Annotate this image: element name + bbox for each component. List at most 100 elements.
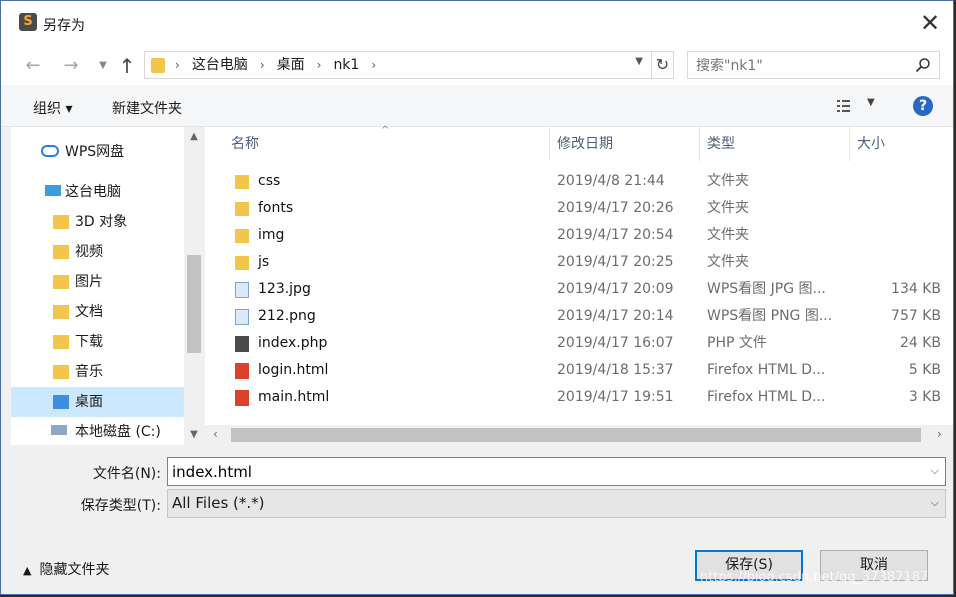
nav-item[interactable]: 这台电脑 (11, 177, 184, 207)
close-button[interactable]: ✕ (907, 1, 953, 47)
file-row[interactable]: img 2019/4/17 20:54 文件夹 (205, 222, 953, 249)
file-type: 文件夹 (707, 173, 749, 189)
filename-combobox[interactable]: ⌵ (167, 457, 946, 486)
search-input[interactable] (696, 56, 906, 76)
filetype-select[interactable]: All Files (*.*) ⌵ (167, 489, 946, 518)
column-header-size[interactable]: 大小 (857, 127, 885, 161)
file-modified: 2019/4/17 16:07 (557, 335, 674, 351)
nav-item-label: 本地磁盘 (C:) (75, 424, 161, 440)
navigation-scrollbar[interactable]: ▲ ▼ (184, 127, 204, 445)
file-row[interactable]: fonts 2019/4/17 20:26 文件夹 (205, 195, 953, 222)
scrollbar-thumb[interactable] (231, 428, 921, 442)
nav-item[interactable]: 本地磁盘 (C:) (11, 417, 184, 447)
file-modified: 2019/4/18 15:37 (557, 362, 674, 378)
view-options-icon[interactable] (837, 99, 855, 113)
breadcrumb-chevron-icon[interactable]: › (260, 52, 265, 78)
file-type: WPS看图 PNG 图... (707, 308, 833, 324)
file-name: 212.png (258, 308, 316, 324)
hide-folders-label: 隐藏文件夹 (39, 562, 110, 578)
column-divider[interactable] (549, 127, 550, 161)
file-row[interactable]: js 2019/4/17 20:25 文件夹 (205, 249, 953, 276)
file-type: PHP 文件 (707, 335, 767, 351)
folder-icon (151, 58, 165, 73)
nav-item[interactable]: 文档 (11, 297, 184, 327)
scroll-down-arrow-icon[interactable]: ▼ (184, 429, 204, 440)
address-row: ← → ▼ ↑ › 这台电脑 › 桌面 › nk1 › ▼ ↻ (1, 47, 953, 85)
filename-label: 文件名(N): (92, 466, 161, 482)
file-row[interactable]: css 2019/4/8 21:44 文件夹 (205, 168, 953, 195)
file-size: 24 KB (899, 335, 941, 351)
chevron-down-icon[interactable]: ⌵ (931, 464, 939, 478)
firefox-html-icon (235, 390, 249, 406)
help-icon[interactable]: ? (913, 96, 933, 116)
column-divider[interactable] (849, 127, 850, 161)
column-divider[interactable] (699, 127, 700, 161)
chevron-down-icon[interactable]: ⌵ (931, 496, 939, 510)
scroll-right-arrow-icon[interactable]: › (937, 427, 942, 441)
view-dropdown-chevron-icon[interactable]: ▼ (867, 97, 875, 108)
file-row[interactable]: login.html 2019/4/18 15:37 Firefox HTML D.… (205, 357, 953, 384)
file-modified: 2019/4/8 21:44 (557, 173, 665, 189)
nav-item[interactable]: 桌面 (11, 387, 184, 417)
file-modified: 2019/4/17 20:25 (557, 254, 674, 270)
computer-icon (45, 185, 61, 196)
column-header-name[interactable]: 名称 (231, 127, 259, 161)
forward-arrow-icon[interactable]: → (59, 55, 83, 77)
filename-input[interactable] (172, 461, 912, 483)
nav-item[interactable]: 图片 (11, 267, 184, 297)
file-name: css (258, 173, 281, 189)
download-folder-icon (53, 335, 69, 349)
breadcrumb-item[interactable]: 桌面 (277, 52, 305, 78)
hide-folders-toggle[interactable]: ▲ 隐藏文件夹 (23, 559, 109, 579)
title-bar: S 另存为 ✕ (1, 1, 953, 47)
refresh-button[interactable]: ↻ (652, 51, 674, 79)
drive-icon (51, 425, 67, 435)
up-arrow-icon[interactable]: ↑ (115, 55, 139, 77)
file-list-horizontal-scrollbar[interactable]: ‹ › (205, 425, 953, 445)
nav-item-label: 桌面 (75, 394, 103, 410)
nav-item-label: 3D 对象 (75, 214, 128, 230)
image-file-icon (235, 282, 249, 298)
file-row[interactable]: main.html 2019/4/17 19:51 Firefox HTML D..… (205, 384, 953, 411)
nav-item[interactable]: 下载 (11, 327, 184, 357)
file-row[interactable]: 212.png 2019/4/17 20:14 WPS看图 PNG 图... 757 … (205, 303, 953, 330)
breadcrumb: › 这台电脑 › 桌面 › nk1 › (175, 52, 376, 78)
column-header-modified[interactable]: 修改日期 (557, 127, 613, 161)
file-name: index.php (258, 335, 328, 351)
documents-folder-icon (53, 305, 69, 319)
file-name: fonts (258, 200, 294, 216)
file-name: main.html (258, 389, 330, 405)
file-type: WPS看图 JPG 图... (707, 281, 826, 297)
search-box[interactable] (687, 51, 940, 79)
breadcrumb-chevron-icon[interactable]: › (175, 52, 180, 78)
nav-item-label: 音乐 (75, 364, 103, 380)
nav-item[interactable]: 3D 对象 (11, 207, 184, 237)
firefox-html-icon (235, 363, 249, 379)
file-type: Firefox HTML D... (707, 362, 826, 378)
file-type: 文件夹 (707, 254, 749, 270)
folder-icon (235, 256, 249, 270)
address-dropdown-chevron-icon[interactable]: ▼ (635, 56, 643, 67)
nav-item[interactable]: 音乐 (11, 357, 184, 387)
back-arrow-icon[interactable]: ← (21, 55, 45, 77)
column-header-type[interactable]: 类型 (707, 127, 735, 161)
nav-item[interactable]: 视频 (11, 237, 184, 267)
address-bar[interactable]: › 这台电脑 › 桌面 › nk1 › ▼ (144, 51, 652, 79)
nav-item[interactable]: WPS网盘 (11, 137, 184, 167)
new-folder-button[interactable]: 新建文件夹 (112, 98, 182, 118)
file-modified: 2019/4/17 20:26 (557, 200, 674, 216)
save-as-dialog: S 另存为 ✕ ← → ▼ ↑ › 这台电脑 › 桌面 › nk1 › ▼ ↻ 组织 ▾ 新… (0, 0, 954, 595)
scroll-left-arrow-icon[interactable]: ‹ (213, 427, 218, 441)
file-row[interactable]: 123.jpg 2019/4/17 20:09 WPS看图 JPG 图... 134 … (205, 276, 953, 303)
scroll-up-arrow-icon[interactable]: ▲ (184, 131, 204, 142)
scrollbar-thumb[interactable] (187, 255, 201, 353)
breadcrumb-item[interactable]: nk1 (333, 52, 359, 78)
breadcrumb-chevron-icon[interactable]: › (317, 52, 322, 78)
breadcrumb-chevron-icon[interactable]: › (371, 52, 376, 78)
breadcrumb-item[interactable]: 这台电脑 (192, 52, 248, 78)
organize-menu[interactable]: 组织 ▾ (33, 98, 72, 118)
nav-item-label: 文档 (75, 304, 103, 320)
recent-locations-chevron-icon[interactable]: ▼ (91, 55, 115, 77)
file-row[interactable]: index.php 2019/4/17 16:07 PHP 文件 24 KB (205, 330, 953, 357)
file-modified: 2019/4/17 19:51 (557, 389, 674, 405)
